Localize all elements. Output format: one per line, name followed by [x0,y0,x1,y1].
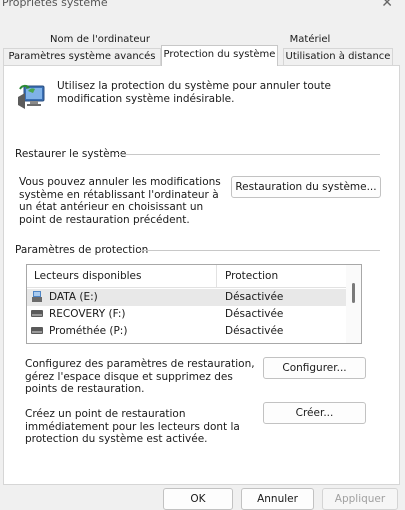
system-protection-icon [18,84,45,109]
drive-status: Désactivée [225,308,284,320]
tab-computer-name[interactable]: Nom de l'ordinateur [40,32,160,47]
tab-label: Matériel [289,34,331,45]
tab-hardware[interactable]: Matériel [276,32,344,47]
drives-list[interactable]: Lecteurs disponibles Protection DATA (E:… [26,264,362,344]
tab-label: Nom de l'ordinateur [50,34,150,45]
restore-group-label: Restaurer le système [15,148,127,160]
restore-divider [118,154,380,155]
column-header-protection[interactable]: Protection [225,270,278,282]
scrollbar-thumb[interactable] [352,283,355,303]
drive-status: Désactivée [225,291,284,303]
drive-name: DATA (E:) [49,291,98,303]
tab-label: Utilisation à distance [285,51,391,62]
drive-row[interactable]: DATA (E:) Désactivée [27,289,346,306]
tab-label: Protection du système [163,49,276,60]
tab-advanced[interactable]: Paramètres système avancés [3,48,161,65]
header-description: Utilisez la protection du système pour a… [57,80,332,105]
cancel-button[interactable]: Annuler [241,488,314,510]
column-separator[interactable] [216,265,217,287]
drive-status: Désactivée [225,325,284,337]
system-restore-button[interactable]: Restauration du système... [231,176,381,198]
configure-description: Configurez des paramètres de restauratio… [25,358,255,395]
close-icon[interactable]: ✕ [381,0,393,11]
restore-description: Vous pouvez annuler les modifications sy… [19,176,221,226]
protection-group-label: Paramètres de protection [15,244,149,256]
drive-name: Prométhée (P:) [49,325,128,337]
create-description: Créez un point de restauration immédiate… [25,408,240,445]
apply-button[interactable]: Appliquer [322,488,398,510]
tab-label: Paramètres système avancés [8,51,156,62]
list-header: Lecteurs disponibles Protection [27,265,346,288]
protection-divider [140,250,380,251]
configure-button[interactable]: Configurer... [263,357,366,379]
tab-remote[interactable]: Utilisation à distance [283,48,393,65]
tab-system-protection[interactable]: Protection du système [161,45,278,66]
drive-icon [31,327,43,334]
drive-name: RECOVERY (F:) [49,308,126,320]
create-button[interactable]: Créer... [263,402,366,424]
column-header-drives[interactable]: Lecteurs disponibles [34,270,141,282]
list-scrollbar[interactable] [346,265,361,343]
drive-row[interactable]: RECOVERY (F:) Désactivée [27,306,346,323]
drive-row[interactable]: Prométhée (P:) Désactivée [27,323,346,340]
title-bar: Propriétés système ✕ [0,0,405,13]
drive-icon [31,310,43,317]
window-title: Propriétés système [2,0,108,9]
ok-button[interactable]: OK [163,488,233,510]
system-drive-icon [32,291,42,302]
